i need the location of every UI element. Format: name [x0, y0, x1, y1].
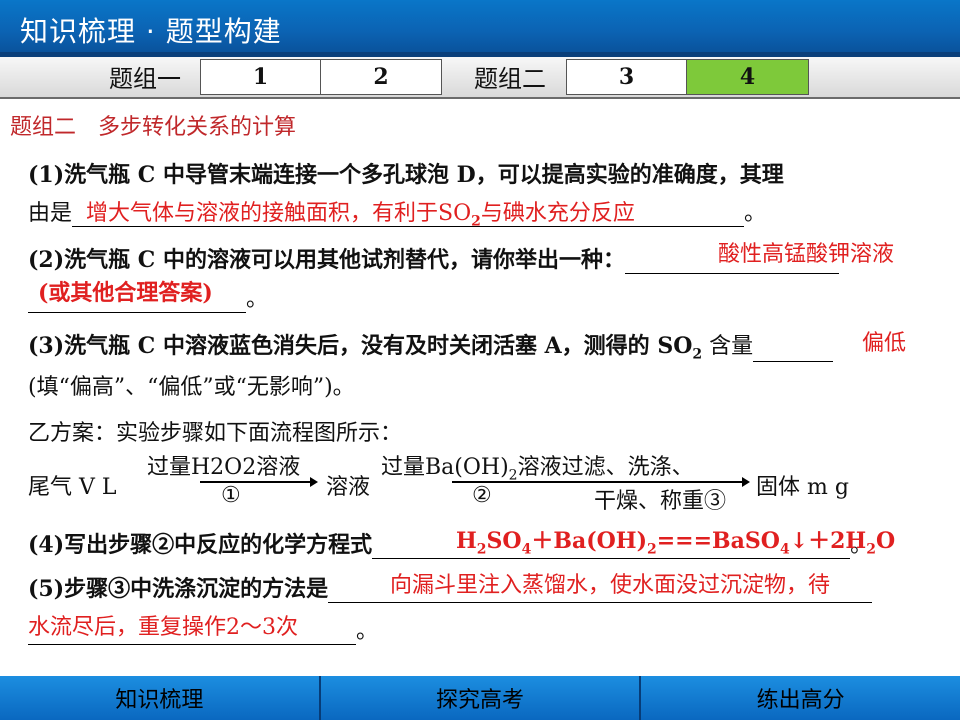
- bottom-navigation: 知识梳理 探究高考 练出高分: [0, 676, 960, 720]
- q4-eq-part: ↓＋2H: [789, 528, 867, 554]
- q1-text: (1)洗气瓶 C 中导管末端连接一个多孔球泡 D，可以提高实验的准确度，其理: [28, 162, 784, 188]
- q2-end: 。: [246, 287, 269, 312]
- q4-eq-part: SO: [486, 528, 522, 554]
- q2-text: (2)洗气瓶 C 中的溶液可以用其他试剂替代，请你举出一种：: [28, 247, 625, 273]
- q1-end: 。: [744, 201, 767, 226]
- plan-b-intro: 乙方案：实验步骤如下面流程图所示：: [28, 421, 403, 446]
- tab-4[interactable]: 4: [686, 59, 809, 95]
- flow-reagent-2: 过量Ba(OH)2溶液过滤、洗涤、: [381, 449, 694, 483]
- q3-line1: (3)洗气瓶 C 中溶液蓝色消失后，没有及时关闭活塞 A，测得的 SO2 含量: [28, 328, 834, 363]
- q4-eq-part: ===BaSO: [656, 528, 780, 554]
- section-title: 题组二 多步转化关系的计算: [10, 115, 297, 140]
- q4-answer: H2SO4＋Ba(OH)2===BaSO4↓＋2H2O: [456, 523, 895, 557]
- flow-end: 固体 m g: [756, 475, 849, 500]
- tab-group-2[interactable]: 题组二: [460, 59, 560, 93]
- q4-eq-sub: 2: [476, 541, 487, 558]
- tab-3[interactable]: 3: [566, 59, 687, 95]
- flow-reagent-2-suffix: 溶液过滤、洗涤、: [517, 455, 694, 480]
- q3-text: (3)洗气瓶 C 中溶液蓝色消失后，没有及时关闭活塞 A，测得的 SO: [28, 333, 693, 359]
- q4-eq-part: H: [456, 528, 477, 554]
- title-bar: 知识梳理 · 题型构建: [0, 0, 960, 57]
- flow-start-text: 尾气 V L: [28, 475, 117, 500]
- flow-mid: 溶液: [326, 475, 371, 500]
- q4-eq-sub: 2: [646, 541, 657, 558]
- flow-step-2: ②: [472, 483, 492, 508]
- flow-arrow-1: [200, 477, 318, 487]
- q4-eq-part: O: [875, 528, 896, 554]
- q1-answer-sub: 2: [471, 213, 481, 230]
- nav-explore-exam[interactable]: 探究高考: [318, 676, 640, 720]
- q4-eq-sub: 2: [866, 541, 876, 558]
- page-title: 知识梳理 · 题型构建: [20, 15, 282, 48]
- tab-2[interactable]: 2: [320, 59, 442, 95]
- q3-line2-text: (填“偏高”、“偏低”或“无影响”)。: [28, 375, 355, 400]
- flow-start: 尾气 V L: [28, 469, 116, 501]
- q1-line1: (1)洗气瓶 C 中导管末端连接一个多孔球泡 D，可以提高实验的准确度，其理: [28, 157, 784, 189]
- q2-answer-1: 酸性高锰酸钾溶液: [718, 242, 895, 267]
- q5-end: 。: [356, 619, 379, 644]
- flow-dry: 干燥、称重③: [594, 489, 727, 514]
- flow-reagent-1: 过量H2O2溶液: [147, 455, 301, 480]
- q3-answer-blank: [753, 335, 834, 363]
- q3-tail: 含量: [702, 334, 754, 359]
- q5-text: (5)步骤③中洗涤沉淀的方法是: [28, 576, 329, 602]
- q3-answer: 偏低: [862, 331, 907, 356]
- q2-answer-2: (或其他合理答案): [38, 280, 213, 306]
- tab-group-1[interactable]: 题组一: [95, 59, 195, 93]
- q3-line2: (填“偏高”、“偏低”或“无影响”)。: [28, 369, 355, 401]
- tab-1[interactable]: 1: [200, 59, 321, 95]
- q4-eq-sub: 4: [521, 541, 532, 558]
- question-tab-bar: 题组一 1 2 题组二 3 4: [0, 57, 960, 99]
- flow-reagent-2-prefix: 过量Ba(OH): [381, 455, 509, 480]
- q1-prefix: 由是: [28, 201, 73, 226]
- flow-step-1: ①: [221, 483, 241, 508]
- q4-eq-part: ＋Ba(OH): [531, 528, 647, 554]
- q5-answer-2: 水流尽后，重复操作2～3次: [28, 615, 298, 640]
- content-area: 题组二 多步转化关系的计算 (1)洗气瓶 C 中导管末端连接一个多孔球泡 D，可…: [0, 99, 960, 676]
- q4-eq-sub: 4: [779, 541, 790, 558]
- nav-practice-score[interactable]: 练出高分: [639, 676, 960, 720]
- q4-text: (4)写出步骤②中反应的化学方程式: [28, 532, 373, 558]
- nav-knowledge-review[interactable]: 知识梳理: [0, 676, 319, 720]
- q5-answer-1: 向漏斗里注入蒸馏水，使水面没过沉淀物，待: [390, 573, 831, 598]
- q1-answer-part2: 与碘水充分反应: [480, 201, 635, 226]
- q1-answer-part1: 增大气体与溶液的接触面积，有利于SO: [86, 201, 472, 226]
- q3-sub: 2: [692, 346, 703, 363]
- q1-answer: 增大气体与溶液的接触面积，有利于SO2与碘水充分反应: [86, 195, 635, 229]
